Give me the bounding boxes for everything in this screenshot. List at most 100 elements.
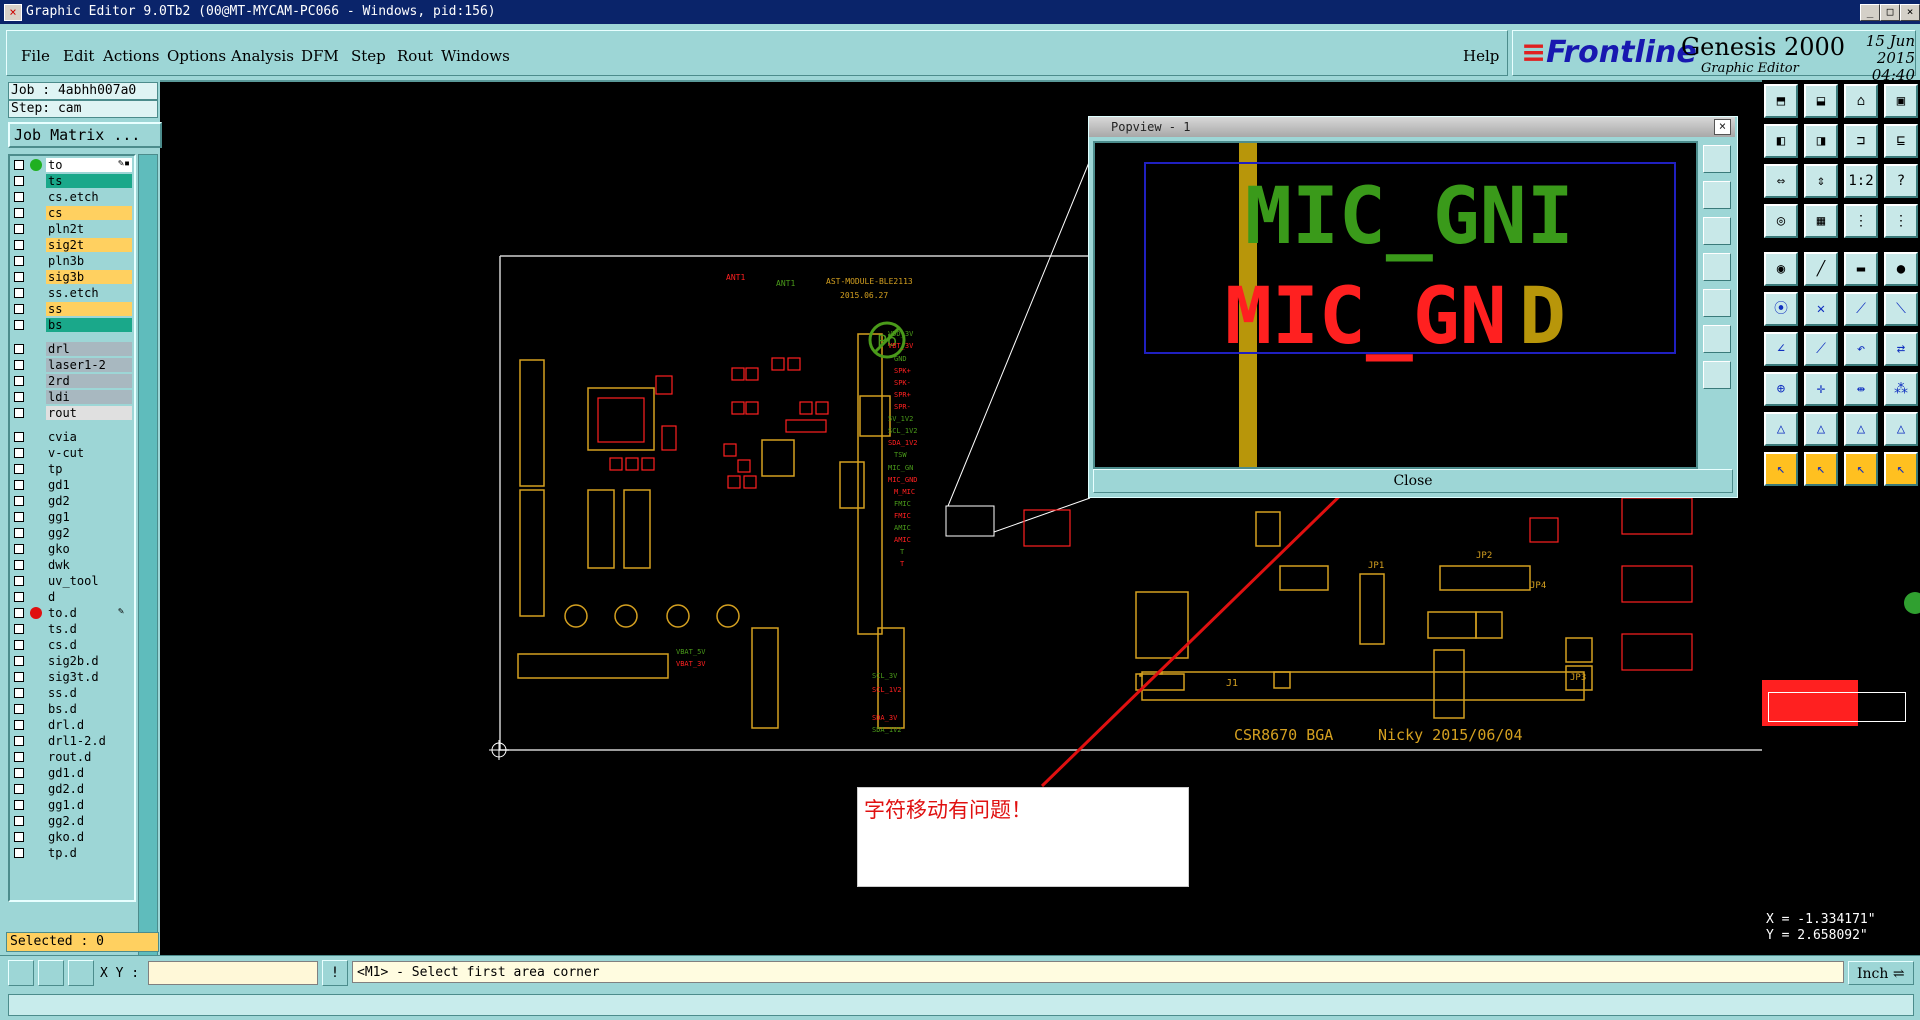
layer-row[interactable]: d [12,590,132,604]
layer-row[interactable]: pln3b [12,254,132,268]
zoom-center-icon[interactable]: ⇕ [1804,164,1838,198]
zoom-1-2-icon[interactable]: 1:2 [1844,164,1878,198]
layer-checkbox[interactable] [14,768,24,778]
layer-checkbox[interactable] [14,848,24,858]
pop-down-icon[interactable] [1703,217,1731,245]
layer-checkbox[interactable] [14,704,24,714]
snap-icon[interactable]: ⊐ [1844,124,1878,158]
connect-icon[interactable]: ⟋ [1844,292,1878,326]
zoom-home-icon[interactable]: ⬒ [1764,84,1798,118]
menu-step[interactable]: Step [351,47,386,65]
layer-row[interactable]: pln2t [12,222,132,236]
layer-row[interactable]: to ✎▪ [12,158,132,172]
layer-row[interactable]: ss.etch [12,286,132,300]
units-select[interactable]: Inch ⇌ [1848,961,1914,985]
layer-checkbox[interactable] [14,512,24,522]
select4-icon[interactable]: ↖ [1884,452,1918,486]
layer-checkbox[interactable] [14,408,24,418]
curve-icon[interactable]: ↶ [1844,332,1878,366]
layer-row[interactable]: drl [12,342,132,356]
layer-row[interactable]: laser1-2 [12,358,132,372]
layer-checkbox[interactable] [14,320,24,330]
popview-close-button[interactable]: Close [1093,469,1733,493]
group-icon[interactable]: ⁂ [1884,372,1918,406]
xy-input[interactable] [148,961,318,985]
layer-row[interactable]: gd2.d [12,782,132,796]
arrow-b-icon[interactable]: △ [1844,412,1878,446]
menu-help[interactable]: Help [1463,47,1499,65]
layer-checkbox[interactable] [14,576,24,586]
layer-checkbox[interactable] [14,224,24,234]
layer-checkbox[interactable] [14,208,24,218]
layer-checkbox[interactable] [14,176,24,186]
layer-checkbox[interactable] [14,560,24,570]
layer-checkbox[interactable] [14,496,24,506]
menu-options[interactable]: Options [167,47,226,65]
net2-icon[interactable]: ⋮ [1884,204,1918,238]
layer-checkbox[interactable] [14,392,24,402]
select3-icon[interactable]: ↖ [1844,452,1878,486]
layer-checkbox[interactable] [14,464,24,474]
slope-icon[interactable]: ⟋ [1804,332,1838,366]
layer-row[interactable]: rout [12,406,132,420]
layer-scrollbar[interactable] [138,154,158,980]
pop-out-icon[interactable] [1703,361,1731,389]
menu-actions[interactable]: Actions [103,47,159,65]
popview-canvas[interactable]: MIC_GNI MIC_GN D [1093,141,1698,469]
layer-row[interactable]: cs.d [12,638,132,652]
triangle-icon[interactable]: △ [1764,412,1798,446]
step-icon[interactable]: ⊑ [1884,124,1918,158]
grid-icon[interactable]: ▦ [1804,204,1838,238]
zoom-fit-icon[interactable]: ⇔ [1764,164,1798,198]
layer-row[interactable]: gg2 [12,526,132,540]
layer-checkbox[interactable] [14,256,24,266]
line-icon[interactable]: ╱ [1804,252,1838,286]
layer-row[interactable]: drl.d [12,718,132,732]
arrow-a-icon[interactable]: △ [1804,412,1838,446]
menu-dfm[interactable]: DFM [301,47,339,65]
layer-row[interactable]: ss [12,302,132,316]
layer-row[interactable]: v-cut [12,446,132,460]
layer-checkbox[interactable] [14,360,24,370]
layer-row[interactable]: cs [12,206,132,220]
layer-row[interactable]: cs.etch [12,190,132,204]
layer-row[interactable]: 2rd [12,374,132,388]
arc-icon[interactable]: ⟍ [1884,292,1918,326]
grid-mode-icon[interactable] [68,960,94,986]
overview-frame[interactable] [1768,692,1906,722]
layer-checkbox[interactable] [14,720,24,730]
layer-row[interactable]: drl1-2.d [12,734,132,748]
pan-right-icon[interactable]: ◨ [1804,124,1838,158]
layer-checkbox[interactable] [14,272,24,282]
pop-in-icon[interactable] [1703,325,1731,353]
layer-checkbox[interactable] [14,672,24,682]
arrow-c-icon[interactable]: △ [1884,412,1918,446]
home-icon[interactable]: ⌂ [1844,84,1878,118]
layer-row[interactable]: gd2 [12,494,132,508]
dimension-icon[interactable]: ⇹ [1844,372,1878,406]
close-window-button[interactable]: × [1900,4,1920,21]
pad-icon[interactable]: ◉ [1764,252,1798,286]
layer-row[interactable]: ts [12,174,132,188]
layer-checkbox[interactable] [14,688,24,698]
menu-file[interactable]: File [21,47,50,65]
layer-checkbox[interactable] [14,608,24,618]
select2-icon[interactable]: ↖ [1804,452,1838,486]
layer-row[interactable]: uv_tool [12,574,132,588]
layer-row[interactable]: rout.d [12,750,132,764]
help-icon[interactable]: ? [1884,164,1918,198]
app-icon[interactable]: × [4,4,22,21]
layer-row[interactable]: gg1 [12,510,132,524]
menu-edit[interactable]: Edit [63,47,94,65]
pop-zoom-icon[interactable] [1703,145,1731,173]
layer-row[interactable]: gd1.d [12,766,132,780]
layer-checkbox[interactable] [14,592,24,602]
layer-row[interactable]: gko [12,542,132,556]
menu-rout[interactable]: Rout [397,47,433,65]
fit-icon[interactable]: ▣ [1884,84,1918,118]
move-icon[interactable]: ✛ [1804,372,1838,406]
menu-windows[interactable]: Windows [441,47,510,65]
layer-checkbox[interactable] [14,544,24,554]
layer-row[interactable]: bs.d [12,702,132,716]
angle-icon[interactable]: ∠ [1764,332,1798,366]
